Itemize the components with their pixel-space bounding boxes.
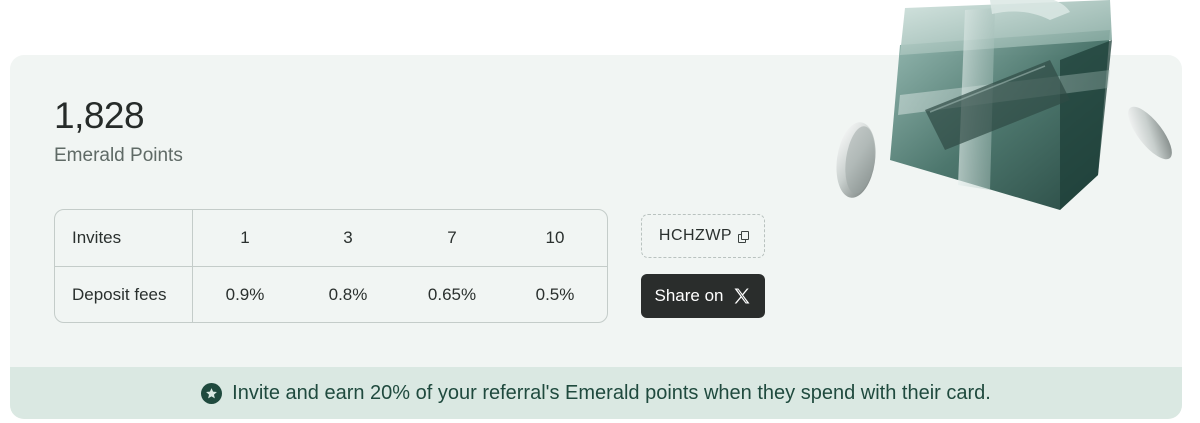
table-cell: 0.65% <box>427 285 477 304</box>
referral-tiers-table: Invites 1 3 7 10 Deposit fees 0.9% 0.8% … <box>54 209 608 323</box>
table-row-deposit-fees: Deposit fees 0.9% 0.8% 0.65% 0.5% <box>55 267 607 322</box>
table-cell: 0.9% <box>225 285 265 304</box>
table-cell: 3 <box>343 228 353 247</box>
referral-code: HCHZWP <box>658 227 733 244</box>
x-logo-icon <box>734 288 749 304</box>
row-header-deposit-fees: Deposit fees <box>72 285 167 304</box>
table-cell: 1 <box>240 228 250 247</box>
table-cell: 10 <box>545 228 565 247</box>
row-header-invites: Invites <box>72 228 122 247</box>
star-circle-icon <box>201 382 223 404</box>
share-on-x-button[interactable]: Share on <box>641 274 765 318</box>
referral-info-banner: Invite and earn 20% of your referral's E… <box>10 367 1182 419</box>
glass-gift-box-illustration <box>836 0 1172 210</box>
copy-icon <box>738 230 750 243</box>
share-button-label: Share on <box>654 286 724 305</box>
table-row-invites: Invites 1 3 7 10 <box>55 210 607 266</box>
points-value: 1,828 <box>54 95 145 136</box>
table-cell: 0.8% <box>328 285 368 304</box>
table-cell: 0.5% <box>535 285 575 304</box>
points-label: Emerald Points <box>54 145 183 166</box>
banner-text: Invite and earn 20% of your referral's E… <box>232 381 991 404</box>
referral-code-copy-button[interactable]: HCHZWP <box>641 214 765 258</box>
table-cell: 7 <box>447 228 457 247</box>
